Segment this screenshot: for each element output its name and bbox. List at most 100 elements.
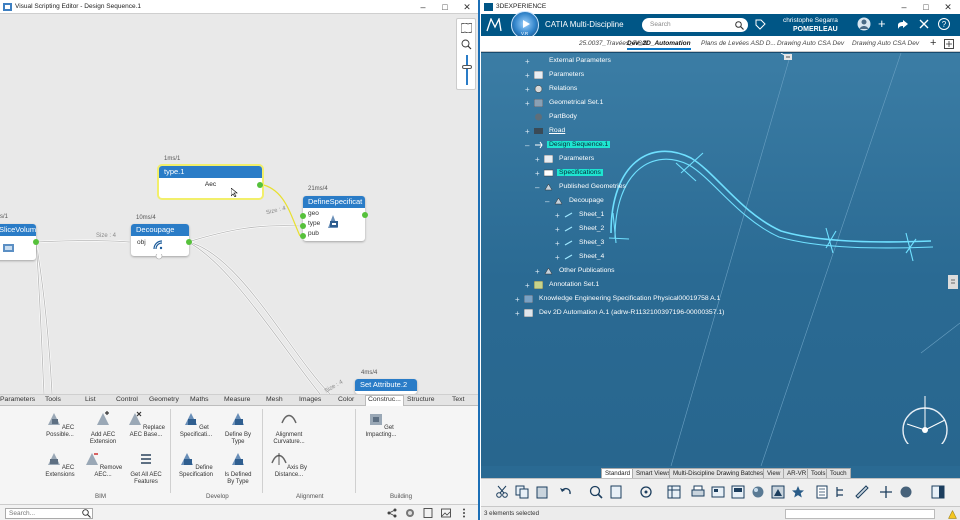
tree-expander[interactable]: + [515,310,520,318]
type-node[interactable]: type.1 Aec [159,166,262,198]
measure-icon[interactable] [855,485,869,499]
tool-get-specification[interactable]: Get Specificati... [176,411,216,439]
zoom-slider[interactable] [466,55,468,85]
search-input[interactable]: Search... [5,508,93,519]
more-icon[interactable] [462,508,466,518]
tree-item[interactable]: Geometrical Set.1 [549,99,603,106]
search-field[interactable]: Search [642,18,748,32]
tree-item[interactable]: Sheet_3 [579,239,604,246]
tab-maths[interactable]: Maths [190,396,209,403]
tree-item[interactable]: Sheet_1 [579,211,604,218]
3d-viewport[interactable]: + External Parameters + Parameters + Rel… [481,53,960,466]
map-icon[interactable] [461,23,472,33]
tab-touch[interactable]: Touch [826,468,851,478]
tool-replace-aec-base[interactable]: Replace AEC Base... [126,411,166,439]
tree-item[interactable]: Other Publications [559,267,615,274]
tab-text[interactable]: Text [452,396,464,403]
image-icon[interactable] [441,508,451,518]
tree-expander[interactable]: + [525,58,530,66]
share-icon[interactable] [387,508,397,518]
sphere-icon[interactable] [899,485,913,499]
material-icon[interactable] [751,485,765,499]
tab-structure[interactable]: Structure [407,396,435,403]
tab-md-drawing-batches[interactable]: Multi-Discipline Drawing Batches [669,468,768,478]
warning-icon[interactable] [948,510,957,519]
favorite-icon[interactable] [791,485,805,499]
tree-item[interactable]: Annotation Set.1 [549,281,599,288]
type-value[interactable]: Aec [159,181,262,188]
sheet-view-icon[interactable] [711,485,725,499]
input-port[interactable] [300,233,306,239]
add-icon[interactable]: + [878,16,886,31]
set-attribute-node[interactable]: Set Attribute.2 [355,379,417,394]
doc-tab[interactable]: Plans de Levées ASD D... [701,40,776,47]
tab-mesh[interactable]: Mesh [266,396,283,403]
minimize-button[interactable]: – [412,1,434,13]
tree-item[interactable]: PartBody [549,113,577,120]
zoom-fit-icon[interactable] [589,485,603,499]
tab-images[interactable]: Images [299,396,321,403]
render-icon[interactable] [771,485,785,499]
tree-item[interactable]: Sheet_4 [579,253,604,260]
notes-icon[interactable] [815,485,829,499]
input-port[interactable] [300,223,306,229]
ds-logo-icon[interactable] [486,18,502,32]
output-port[interactable] [33,239,39,245]
doc-tab-active[interactable]: Dev_2D_Automation [627,40,691,50]
tool-define-specification[interactable]: Define Specification [176,451,216,479]
grid-icon[interactable] [667,485,681,499]
collapse-icon[interactable] [784,54,792,60]
tree-expander[interactable]: + [535,156,540,164]
globe-icon[interactable] [405,508,415,518]
tab-tools[interactable]: Tools [45,396,61,403]
search-icon[interactable] [735,21,744,30]
share-icon[interactable] [897,19,909,30]
compass-button[interactable]: V.R [511,11,539,39]
tree-expander[interactable]: – [535,184,539,192]
tool-aec-possible[interactable]: AEC Possible... [40,411,80,439]
book-icon[interactable] [609,485,623,499]
close-button[interactable]: ✕ [456,1,478,13]
tag-icon[interactable] [755,19,766,30]
maximize-button[interactable]: □ [915,1,937,13]
tree-item[interactable]: Dev 2D Automation A.1 (adrw-R11321003971… [539,309,724,316]
tree-expander[interactable]: + [515,296,520,304]
tree-item[interactable]: Decoupage [569,197,604,204]
tree-structure-icon[interactable] [835,485,849,499]
add-tab-icon[interactable]: + [930,37,936,49]
tree-expander[interactable]: + [535,268,540,276]
tree-expander[interactable]: + [525,86,530,94]
print-icon[interactable] [691,485,705,499]
command-input[interactable] [785,509,935,519]
tool-get-impacting[interactable]: Get Impacting... [361,411,401,439]
zoom-slider-handle[interactable] [462,65,472,69]
input-port[interactable] [300,213,306,219]
doc-tab[interactable]: Drawing Auto CSA Dev [777,40,844,47]
side-panel-toggle-icon[interactable] [948,275,958,289]
copy-icon[interactable] [515,485,529,499]
tab-measure[interactable]: Measure [224,396,250,403]
tool-aec-extensions[interactable]: AEC Extensions [40,451,80,479]
cut-icon[interactable] [495,485,509,499]
tool-alignment-curvature[interactable]: Alignment Curvature... [269,411,309,446]
paste-icon[interactable] [535,485,549,499]
tab-geometry[interactable]: Geometry [149,396,179,403]
undo-icon[interactable] [559,485,573,499]
tools-icon[interactable] [918,18,930,30]
tree-item[interactable]: Parameters [559,155,594,162]
tab-construction[interactable]: Construc... [365,395,404,406]
output-port[interactable] [362,212,368,218]
search-icon[interactable] [82,509,91,518]
orientation-compass-icon[interactable] [899,390,949,444]
tool-axis-by-distance[interactable]: Axis By Distance... [269,451,309,479]
maximize-icon[interactable] [944,39,954,49]
tab-parameters[interactable]: Parameters [0,396,35,403]
tree-expander[interactable]: + [555,226,560,234]
tool-add-aec-extension[interactable]: Add AEC Extension [83,411,123,446]
tree-item[interactable]: Relations [549,85,577,92]
tab-standard[interactable]: Standard [601,468,635,478]
tool-is-defined-by-type[interactable]: Is Defined By Type [218,451,258,486]
tree-expander[interactable]: + [525,282,530,290]
tree-expander[interactable]: + [555,212,560,220]
tree-item[interactable]: External Parameters [549,57,611,64]
